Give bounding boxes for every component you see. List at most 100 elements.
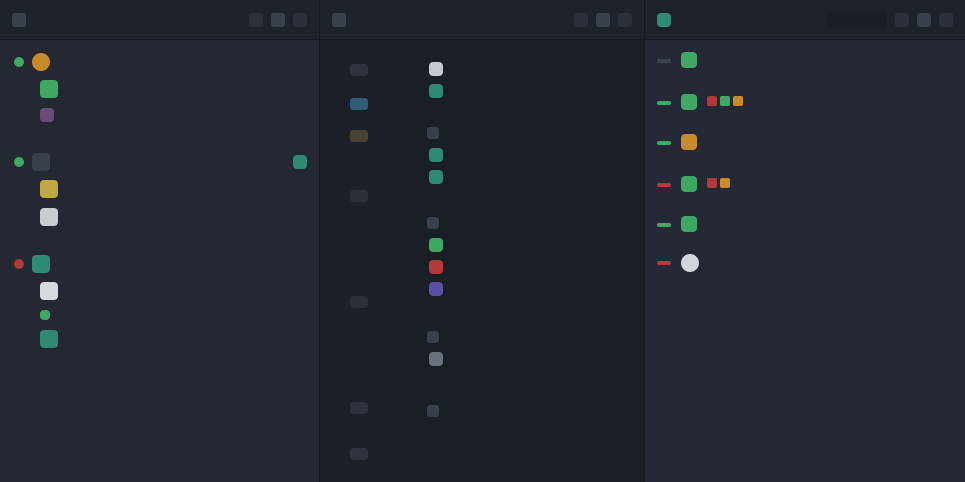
more-icon[interactable] [293,12,307,27]
right-panel [645,0,965,482]
list-item[interactable] [14,276,307,304]
list-item[interactable] [427,144,630,166]
middle-panel-header [320,0,644,40]
gutter-marker [350,130,368,142]
section-4[interactable] [415,326,644,370]
card-tags [707,176,943,192]
tag [720,96,730,106]
list-item[interactable] [14,304,307,324]
activity-card[interactable] [645,76,965,118]
left-panel-header [0,0,319,40]
section-1[interactable] [415,58,644,102]
gutter-marker [350,296,368,308]
app-window [0,0,965,482]
avatar [681,254,699,272]
item-icon [429,260,443,274]
item-icon [40,208,58,226]
item-icon [429,282,443,296]
panel-icon [12,12,26,27]
group-1[interactable] [0,40,319,132]
avatar [32,153,50,171]
list-item[interactable] [427,234,630,256]
gutter-marker [350,448,368,460]
gutter-marker [350,64,368,76]
activity-card[interactable] [645,40,965,76]
status-dot [14,157,24,167]
filter-icon[interactable] [574,12,588,27]
tag [707,178,717,188]
card-marker [657,223,671,227]
list-item[interactable] [14,102,307,126]
section-3[interactable] [415,212,644,300]
status-dot [14,259,24,269]
card-marker [657,183,671,187]
item-icon [40,80,58,98]
activity-card[interactable] [645,200,965,240]
card-icon [681,52,697,68]
card-icon [681,216,697,232]
card-icon [681,94,697,110]
item-icon [40,180,58,198]
list-item[interactable] [427,348,630,370]
list-item[interactable] [427,256,630,278]
group-3[interactable] [0,236,319,358]
section-5[interactable] [415,400,644,422]
list-item[interactable] [427,58,630,80]
list-item[interactable] [427,278,630,300]
item-icon [40,330,58,348]
filter-icon[interactable] [249,12,263,27]
gutter-marker [350,98,368,110]
item-icon [429,84,443,98]
status-dot [14,57,24,67]
middle-panel [320,0,645,482]
tag [733,96,743,106]
right-panel-header [645,0,965,40]
card-icon [681,176,697,192]
add-icon[interactable] [271,12,285,27]
card-marker [657,59,671,63]
list-item[interactable] [14,324,307,352]
search-box[interactable] [827,10,887,29]
activity-card[interactable] [645,158,965,200]
card-marker [657,141,671,145]
item-icon [429,62,443,76]
more-icon[interactable] [618,12,632,27]
filter-icon[interactable] [895,12,909,27]
more-icon[interactable] [939,12,953,27]
item-icon [40,108,54,122]
tag [720,178,730,188]
section-icon [427,331,439,343]
list-item[interactable] [14,174,307,202]
gutter-marker [350,190,368,202]
list-item[interactable] [14,74,307,102]
card-marker [657,101,671,105]
add-icon[interactable] [596,12,610,27]
item-icon [429,352,443,366]
add-icon[interactable] [917,12,931,27]
item-icon [429,170,443,184]
section-icon [427,405,439,417]
card-icon [681,134,697,150]
timeline-gutter [320,40,415,482]
item-icon [40,282,58,300]
item-icon [40,310,50,320]
activity-card[interactable] [645,240,965,280]
item-icon [429,238,443,252]
list-item[interactable] [427,166,630,188]
panel-icon [657,12,671,27]
panel-icon [332,12,346,27]
card-marker [657,261,671,265]
list-item[interactable] [427,80,630,102]
group-2[interactable] [0,132,319,236]
section-list [415,40,644,482]
avatar [32,255,50,273]
badge-icon [293,155,307,169]
section-2[interactable] [415,122,644,188]
list-item[interactable] [14,202,307,230]
activity-card[interactable] [645,118,965,158]
avatar [32,53,50,71]
section-icon [427,217,439,229]
card-tags [707,94,943,110]
gutter-marker [350,402,368,414]
item-icon [429,148,443,162]
